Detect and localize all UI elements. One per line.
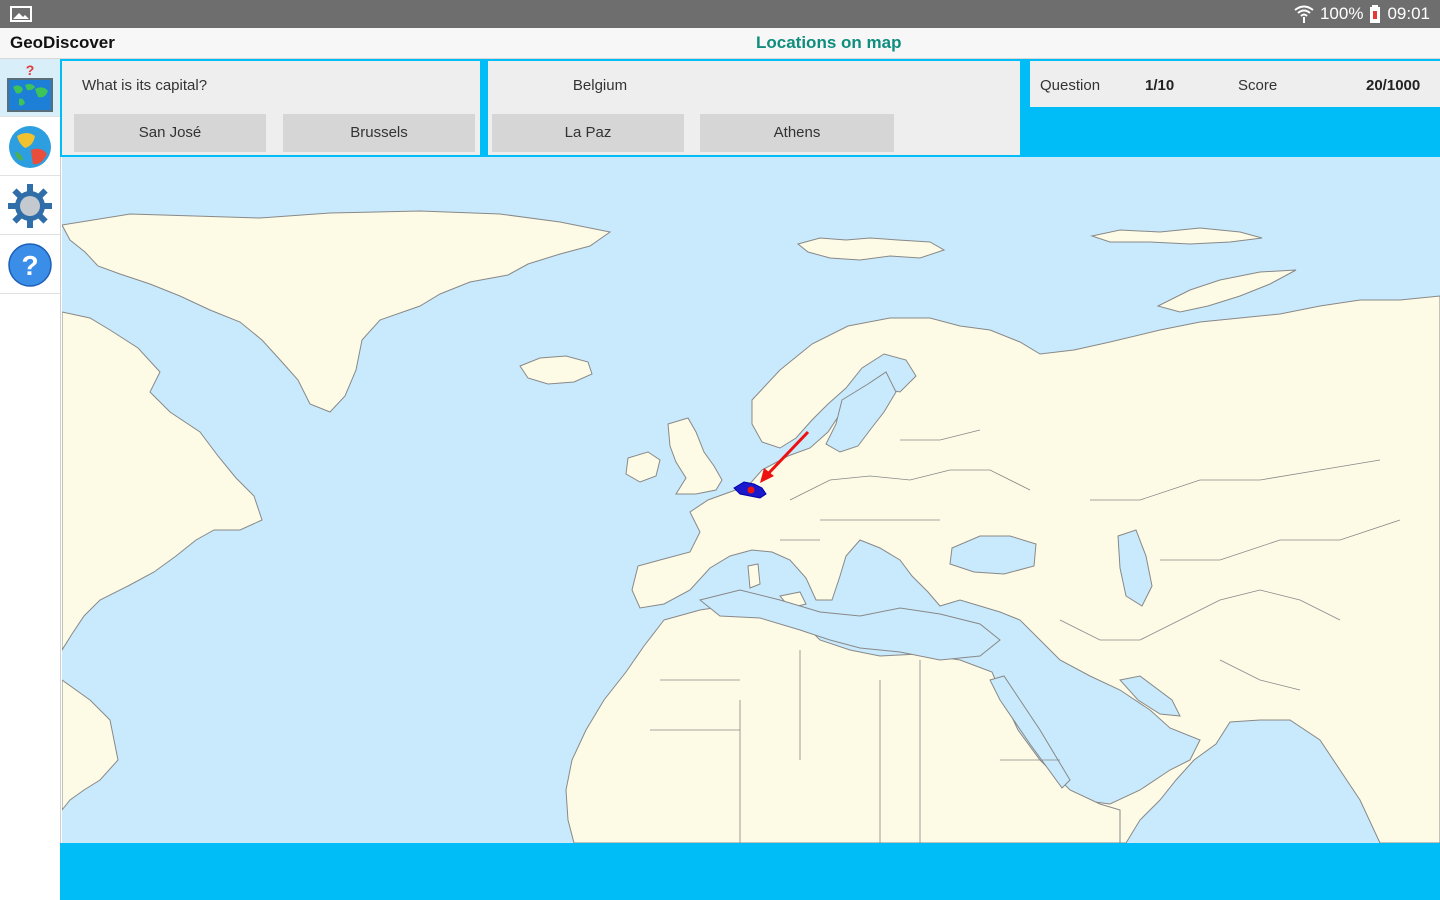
clock: 09:01 [1387, 4, 1430, 23]
sidebar-item-map-quiz[interactable]: ? [0, 59, 60, 117]
map-quiz-icon: ? [7, 62, 53, 112]
question-label: Question [1040, 77, 1101, 94]
sidebar: ? ? [0, 59, 61, 900]
battery-icon [1370, 5, 1381, 23]
help-icon: ? [8, 242, 52, 287]
country-name: Belgium [572, 77, 628, 94]
battery-percent: 100% [1319, 4, 1364, 23]
sidebar-item-settings[interactable] [0, 177, 60, 235]
answer-button-1[interactable]: San José [74, 114, 266, 152]
gallery-icon [10, 6, 32, 22]
svg-text:?: ? [26, 62, 35, 78]
question-progress: 1/10 [1145, 77, 1175, 94]
answer-button-2[interactable]: Brussels [283, 114, 475, 152]
world-map[interactable] [62, 157, 1440, 843]
wifi-icon [1294, 5, 1314, 23]
land-sardinia [747, 563, 761, 589]
globe-icon [9, 125, 51, 168]
sidebar-item-help[interactable]: ? [0, 236, 60, 294]
gear-icon [8, 183, 52, 228]
status-bar: 100% 09:01 [0, 0, 1440, 28]
question-text: What is its capital? [82, 77, 208, 94]
stats-panel: Question 1/10 Score 20/1000 [1030, 61, 1440, 107]
answer-button-3[interactable]: La Paz [492, 114, 684, 152]
bottom-bar [60, 843, 1440, 900]
country-panel: Belgium La Paz Athens [488, 61, 1020, 155]
app-title: GeoDiscover [10, 33, 115, 52]
belgium-capital-dot [747, 486, 755, 494]
title-bar: GeoDiscover Locations on map [0, 28, 1440, 59]
score-value: 20/1000 [1366, 77, 1421, 94]
svg-text:?: ? [21, 250, 38, 281]
map-svg [62, 157, 1440, 843]
sidebar-item-globe[interactable] [0, 118, 60, 176]
answer-button-4[interactable]: Athens [700, 114, 894, 152]
question-panel: What is its capital? San José Brussels [62, 61, 480, 155]
score-label: Score [1238, 77, 1278, 94]
quiz-panel: What is its capital? San José Brussels B… [60, 59, 1440, 157]
screen-title: Locations on map [756, 33, 902, 52]
